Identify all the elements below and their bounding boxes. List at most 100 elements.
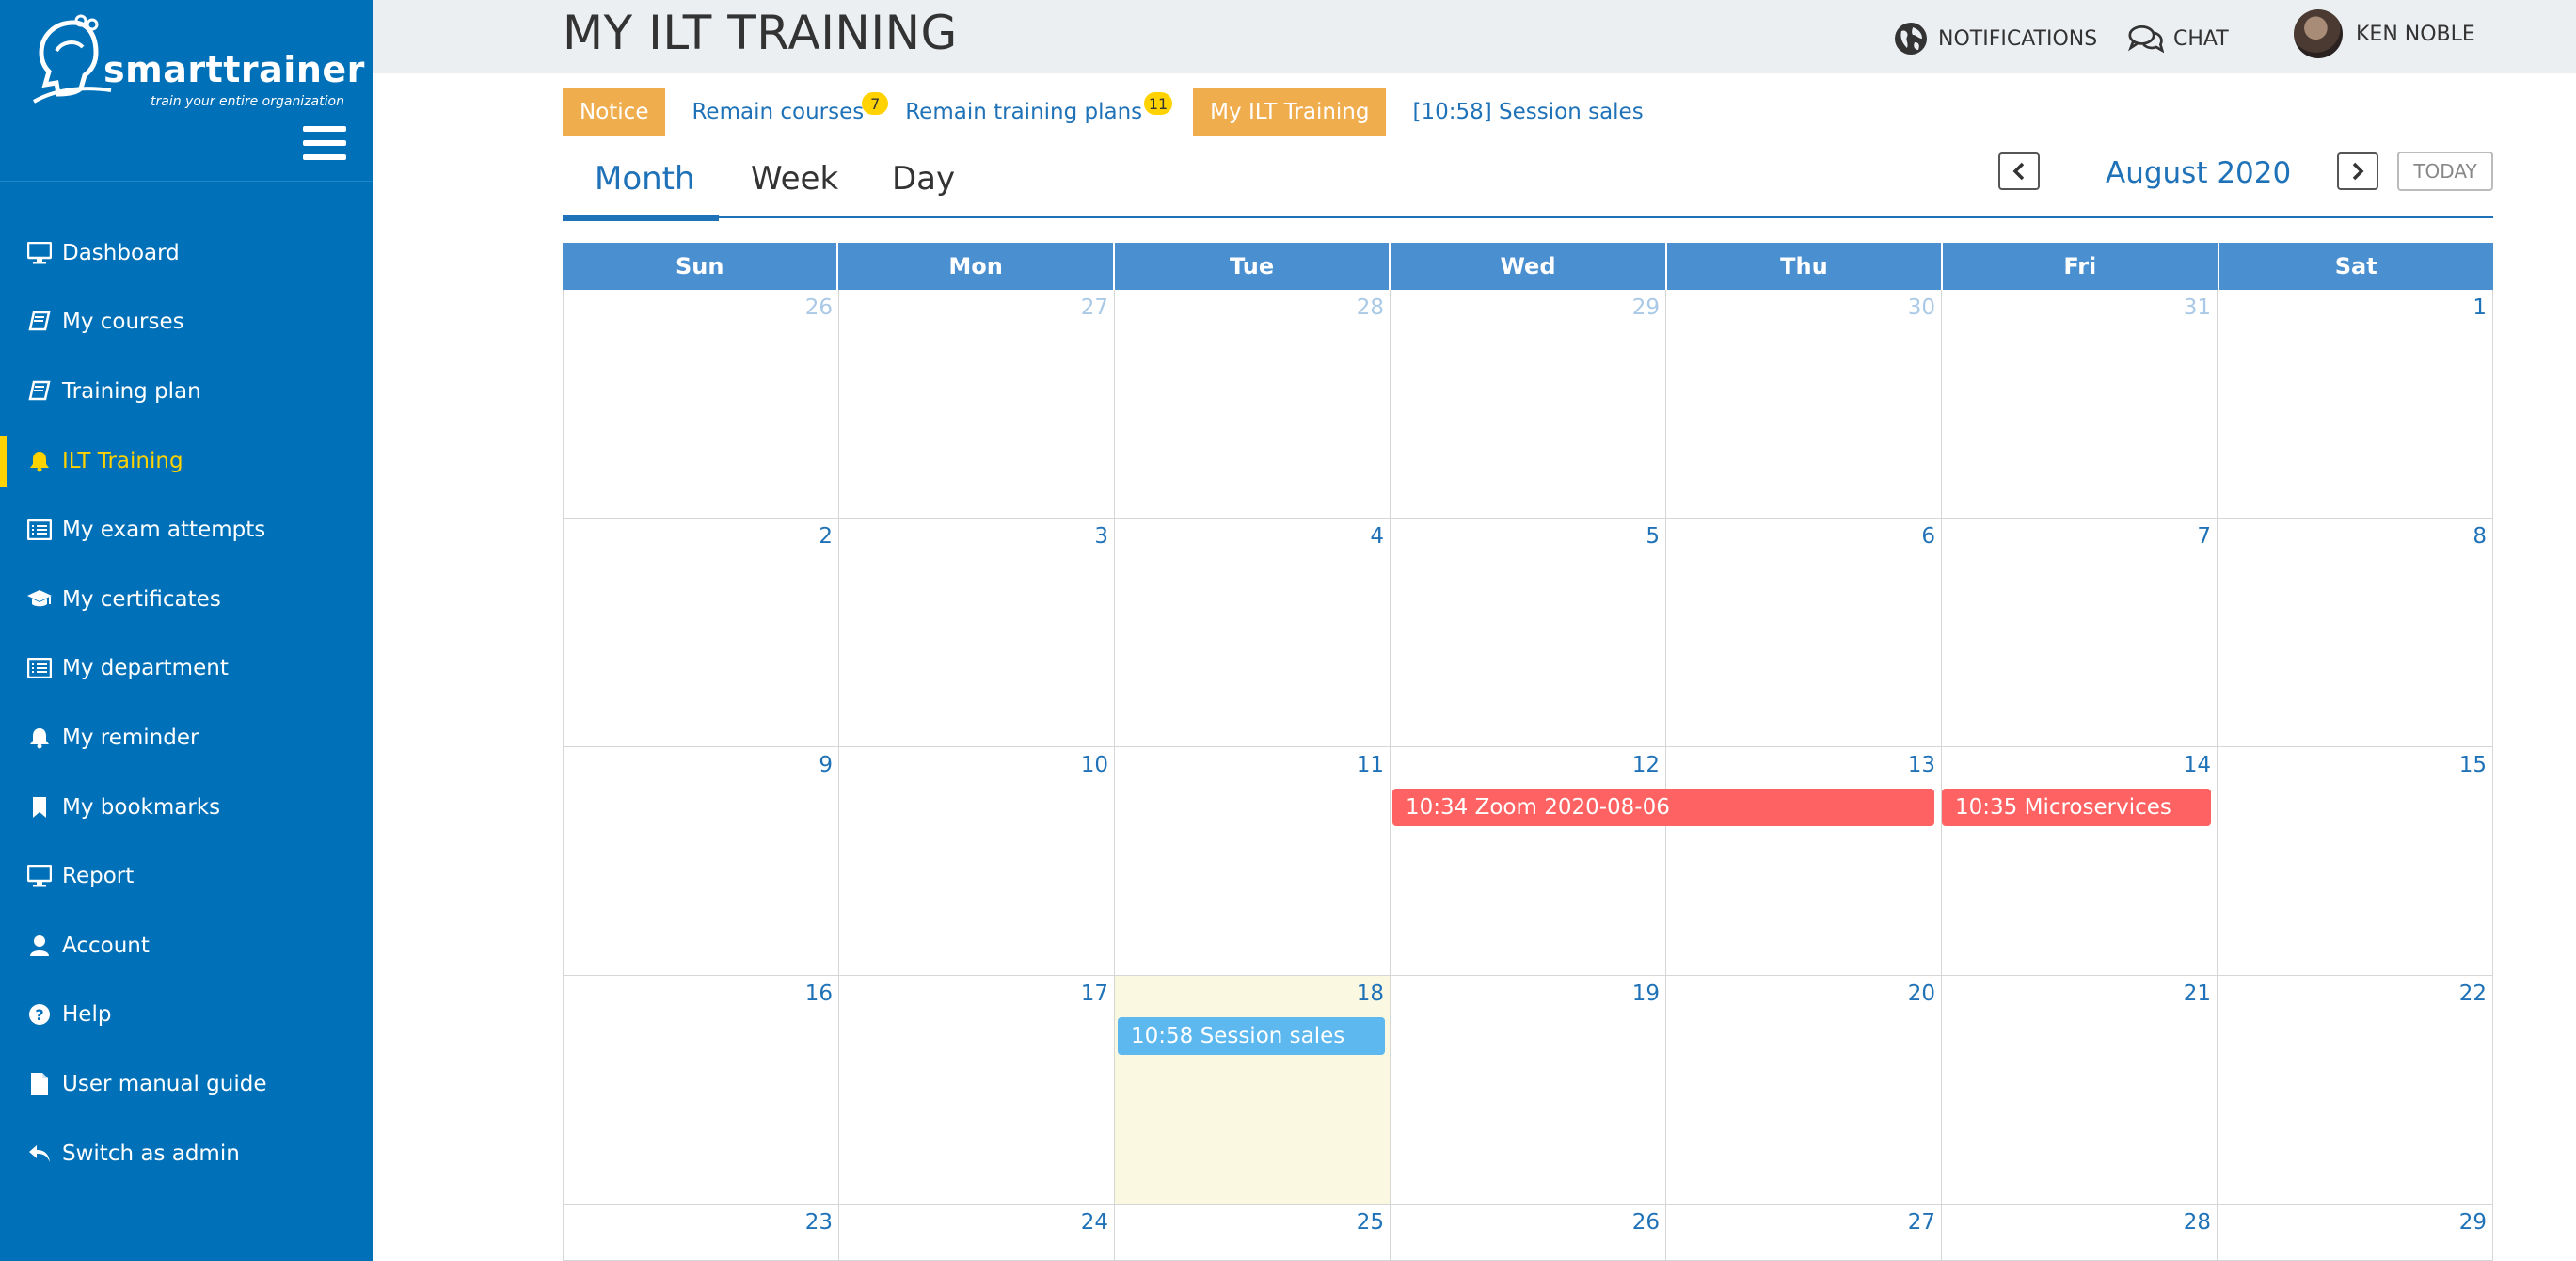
day-number: 13 [1907,753,1935,777]
day-cell[interactable]: 10 [839,747,1115,976]
calendar-week: 9 10 11 12 13 14 15 10:34 Zoom 2020-08-0… [563,747,2493,976]
next-month-button[interactable] [2337,152,2378,190]
sidebar-item-label: My bookmarks [62,794,221,820]
chat-button[interactable]: CHAT [2128,21,2229,56]
sidebar-item-my-bookmarks[interactable]: My bookmarks [0,773,373,842]
sidebar-item-my-exam-attempts[interactable]: My exam attempts [0,495,373,565]
day-cell[interactable]: 14 [1942,747,2218,976]
today-button[interactable]: TODAY [2397,152,2493,191]
sidebar-item-my-reminder[interactable]: My reminder [0,703,373,773]
user-menu[interactable]: KEN NOBLE [2294,9,2475,58]
sidebar-item-label: My certificates [62,586,221,612]
day-cell[interactable]: 28 [1942,1205,2218,1261]
day-cell[interactable]: 21 [1942,976,2218,1205]
sidebar-item-dashboard[interactable]: Dashboard [0,218,373,288]
day-cell[interactable]: 29 [1391,290,1666,519]
day-number: 2 [819,524,833,549]
sidebar-item-my-courses[interactable]: My courses [0,288,373,358]
sidebar-item-training-plan[interactable]: Training plan [0,357,373,426]
day-cell[interactable]: 20 [1666,976,1942,1205]
page-title: MY ILT TRAINING [563,6,958,60]
day-number: 26 [1631,1210,1660,1235]
remain-training-plans-link[interactable]: Remain training plans 11 [905,92,1173,124]
sidebar-item-user-manual-guide[interactable]: User manual guide [0,1049,373,1119]
day-number: 4 [1370,524,1384,549]
prev-month-button[interactable] [1998,152,2040,190]
bell-icon [26,725,53,751]
day-number: 3 [1094,524,1108,549]
day-cell[interactable]: 9 [563,747,839,976]
day-cell[interactable]: 25 [1115,1205,1391,1261]
day-cell[interactable]: 15 [2218,747,2493,976]
sidebar-item-ilt-training[interactable]: ILT Training [0,426,373,496]
day-cell[interactable]: 17 [839,976,1115,1205]
day-cell[interactable]: 27 [1666,1205,1942,1261]
day-number: 21 [2183,982,2211,1006]
day-cell[interactable]: 16 [563,976,839,1205]
day-cell[interactable]: 27 [839,290,1115,519]
tab-month[interactable]: Month [595,160,695,198]
tab-day[interactable]: Day [892,160,955,198]
day-cell[interactable]: 24 [839,1205,1115,1261]
weekday-label: Fri [1943,243,2219,290]
bookmark-icon [26,794,53,821]
sidebar-item-my-department[interactable]: My department [0,634,373,704]
day-cell[interactable]: 29 [2218,1205,2493,1261]
weekday-header: Sun Mon Tue Wed Thu Fri Sat [563,243,2493,290]
day-cell[interactable]: 22 [2218,976,2493,1205]
sidebar-item-switch-as-admin[interactable]: Switch as admin [0,1119,373,1189]
calendar-event[interactable]: 10:34 Zoom 2020-08-06 [1392,789,1934,826]
day-number: 6 [1921,524,1935,549]
weekday-label: Sat [2334,253,2377,279]
globe-icon [1893,21,1929,56]
sidebar-item-my-certificates[interactable]: My certificates [0,565,373,634]
day-cell[interactable]: 26 [563,290,839,519]
user-icon [26,933,53,959]
day-cell[interactable]: 31 [1942,290,2218,519]
day-cell[interactable]: 4 [1115,519,1391,747]
brand-logo[interactable]: smarttrainer train your entire organizat… [28,13,364,109]
day-cell[interactable]: 30 [1666,290,1942,519]
day-cell[interactable]: 11 [1115,747,1391,976]
sidebar-item-account[interactable]: Account [0,911,373,981]
remain-courses-badge: 7 [862,92,889,115]
sidebar-nav: Dashboard My courses Training plan ILT T… [0,218,373,1188]
top-bar: MY ILT TRAINING NOTIFICATIONS CHAT KEN N… [373,0,2576,73]
day-cell[interactable]: 7 [1942,519,2218,747]
day-number: 7 [2197,524,2211,549]
day-number: 26 [804,295,833,320]
day-cell[interactable]: 19 [1391,976,1666,1205]
day-cell[interactable]: 3 [839,519,1115,747]
day-number: 24 [1080,1210,1108,1235]
view-tabs: Month Week Day August 2020 TODAY [563,151,2493,221]
day-cell[interactable]: 8 [2218,519,2493,747]
remain-plans-badge: 11 [1143,92,1173,115]
sidebar-item-report[interactable]: Report [0,841,373,911]
tab-week[interactable]: Week [751,160,838,198]
day-number: 22 [2458,982,2487,1006]
day-cell[interactable]: 26 [1391,1205,1666,1261]
question-circle-icon: ? [26,1001,53,1028]
session-sales-link[interactable]: [10:58] Session sales [1412,100,1643,124]
menu-toggle-icon[interactable] [303,126,348,164]
notice-chip[interactable]: Notice [563,88,666,136]
calendar-event[interactable]: 10:35 Microservices [1942,789,2211,826]
day-cell-today[interactable]: 18 [1115,976,1391,1205]
day-cell[interactable]: 28 [1115,290,1391,519]
weekday-label: Tue [1115,243,1391,290]
sidebar-item-label: Report [62,864,135,889]
sidebar-item-help[interactable]: ? Help [0,981,373,1050]
day-cell[interactable]: 6 [1666,519,1942,747]
day-cell[interactable]: 12 [1391,747,1666,976]
day-cell[interactable]: 13 [1666,747,1942,976]
day-cell[interactable]: 5 [1391,519,1666,747]
day-cell[interactable]: 23 [563,1205,839,1261]
calendar-week: 16 17 18 19 20 21 22 10:58 Session sales [563,976,2493,1205]
day-cell[interactable]: 1 [2218,290,2493,519]
sidebar: smarttrainer train your entire organizat… [0,0,373,1261]
notifications-button[interactable]: NOTIFICATIONS [1893,21,2097,56]
my-ilt-training-chip[interactable]: My ILT Training [1193,88,1387,136]
calendar-event[interactable]: 10:58 Session sales [1118,1017,1385,1055]
remain-courses-link[interactable]: Remain courses 7 [692,92,889,124]
day-cell[interactable]: 2 [563,519,839,747]
